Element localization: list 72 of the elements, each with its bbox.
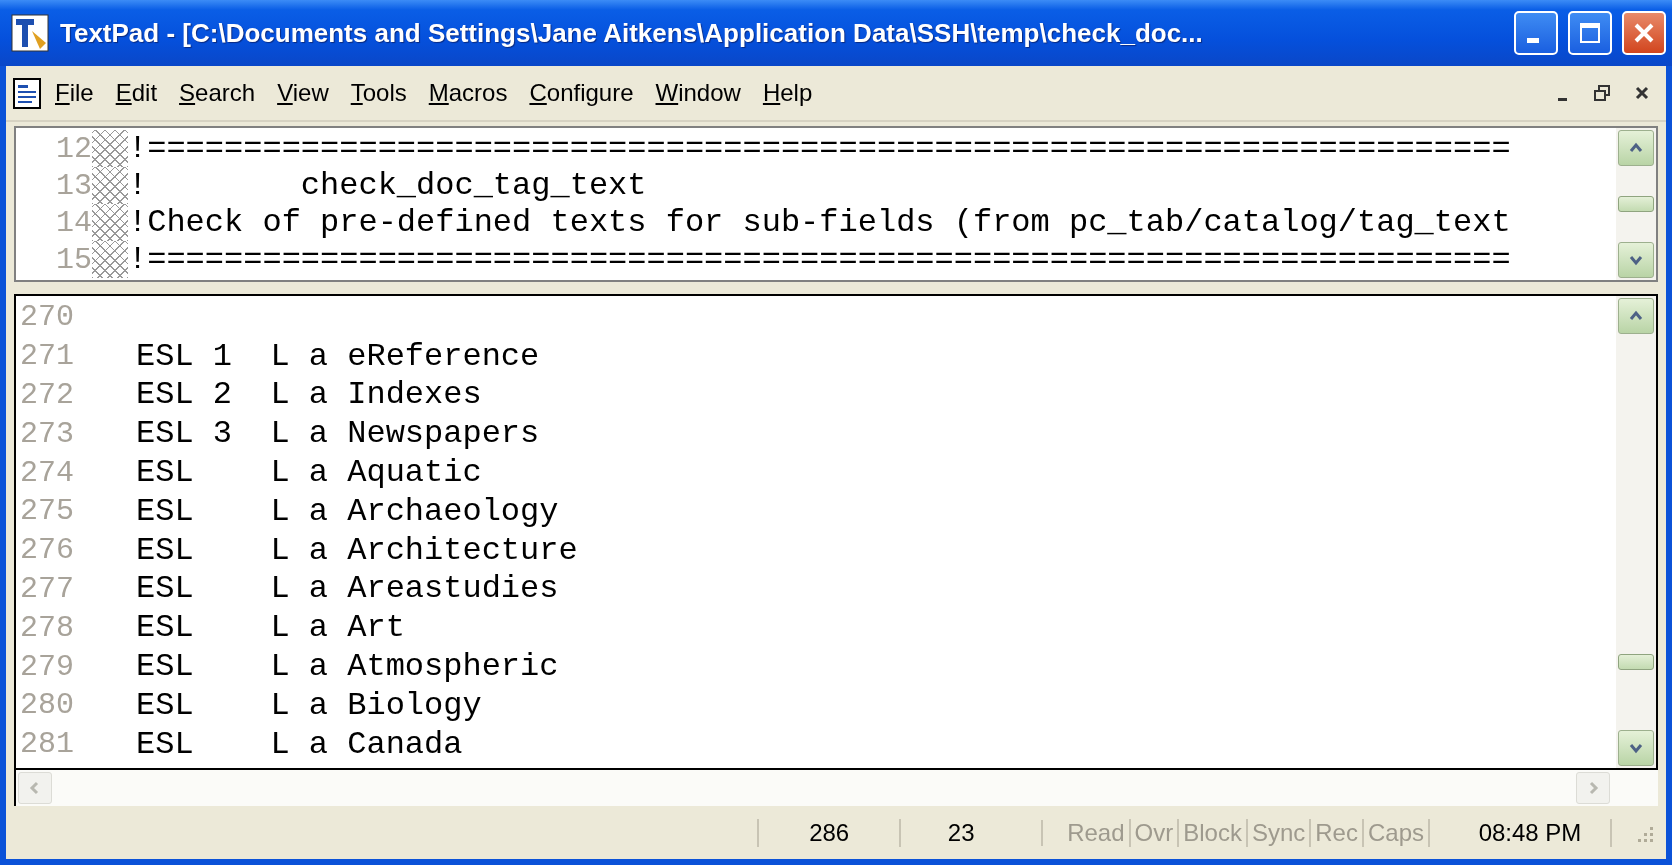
scroll-down-button[interactable]	[1618, 242, 1654, 278]
line-number: 280	[19, 688, 75, 723]
maximize-button[interactable]	[1568, 11, 1612, 55]
line-number: 275	[19, 494, 75, 529]
bookmark-gutter	[92, 130, 128, 167]
scroll-down-button[interactable]	[1618, 730, 1654, 766]
line-number: 270	[19, 300, 75, 335]
line-number: 15	[55, 242, 92, 277]
code-line: !=======================================================================	[128, 241, 1511, 278]
minimize-icon	[1527, 37, 1539, 43]
line-number: 279	[19, 649, 75, 684]
close-icon	[1632, 21, 1656, 45]
line-number: 276	[19, 533, 75, 568]
vertical-scrollbar[interactable]	[1616, 128, 1656, 280]
code-line: ! check_doc_tag_text	[128, 167, 647, 204]
line-number: 273	[19, 416, 75, 451]
vertical-scrollbar[interactable]	[1616, 296, 1656, 768]
bookmark-gutter	[92, 204, 128, 241]
menu-item[interactable]: Help	[753, 75, 822, 111]
line-number: 271	[19, 339, 75, 374]
bookmark-gutter	[92, 167, 128, 204]
minimize-icon	[1557, 97, 1567, 101]
line-number: 14	[55, 205, 92, 240]
menu-item[interactable]: View	[268, 75, 338, 111]
scroll-up-button[interactable]	[1618, 130, 1654, 166]
code-line: ESL 3 L a Newspapers	[136, 415, 540, 453]
line-number: 13	[55, 168, 92, 203]
menu-item[interactable]: Macros	[419, 75, 517, 111]
mode-indicator: Read	[1063, 818, 1131, 847]
scroll-thumb[interactable]	[1618, 196, 1654, 212]
mode-indicator: Block	[1179, 818, 1248, 847]
code-line: ESL L a Areastudies	[136, 570, 559, 608]
menu-item[interactable]: Edit	[106, 75, 167, 111]
menu-item[interactable]: Tools	[341, 75, 416, 111]
code-line: ESL L a Aquatic	[136, 454, 482, 492]
maximize-icon	[1578, 21, 1602, 45]
line-indicator: 286	[757, 818, 900, 847]
minimize-button[interactable]	[1514, 11, 1558, 55]
mode-indicator: Ovr	[1130, 818, 1180, 847]
code-line: ESL L a Biology	[136, 686, 482, 724]
code-line: ESL L a Canada	[136, 725, 463, 763]
code-line: ESL L a Architecture	[136, 531, 578, 569]
code-line: ESL L a Atmospheric	[136, 648, 559, 686]
line-number: 12	[55, 131, 92, 166]
code-line: ESL L a Art	[136, 609, 405, 647]
mode-indicator: Rec	[1311, 818, 1364, 847]
code-line: !Check of pre-defined texts for sub-fields (from pc_tab/catalog/tag_text	[128, 204, 1511, 241]
code-line: ESL 2 L a Indexes	[136, 376, 482, 414]
menu-item[interactable]: File	[46, 75, 103, 111]
close-button[interactable]	[1622, 11, 1666, 55]
code-line: !=======================================================================	[128, 130, 1511, 167]
restore-icon	[1592, 83, 1612, 103]
line-number: 278	[19, 610, 75, 645]
app-logo-icon	[10, 13, 50, 53]
code-line: ESL 1 L a eReference	[136, 337, 540, 375]
line-number: 274	[19, 455, 75, 490]
scroll-thumb[interactable]	[1618, 654, 1654, 670]
menu-item[interactable]: Window	[646, 75, 750, 111]
code-line: ESL L a Archaeology	[136, 492, 559, 530]
line-number: 281	[19, 727, 75, 762]
bookmark-gutter	[92, 241, 128, 278]
line-number: 277	[19, 571, 75, 606]
column-indicator: 23	[899, 818, 1022, 847]
scroll-up-button[interactable]	[1618, 298, 1654, 334]
menu-item[interactable]: Configure	[520, 75, 643, 111]
window-title: TextPad - [C:\Documents and Settings\Jane Aitkens\Application Data\SSH\temp\check_doc...	[60, 17, 1204, 49]
mode-indicator: Sync	[1247, 818, 1312, 847]
menu-item[interactable]: Search	[170, 75, 265, 111]
line-number: 272	[19, 378, 75, 412]
clock-text: 08:48 PM	[1450, 818, 1612, 847]
mode-indicator: Caps	[1363, 818, 1430, 847]
document-icon	[12, 76, 42, 110]
